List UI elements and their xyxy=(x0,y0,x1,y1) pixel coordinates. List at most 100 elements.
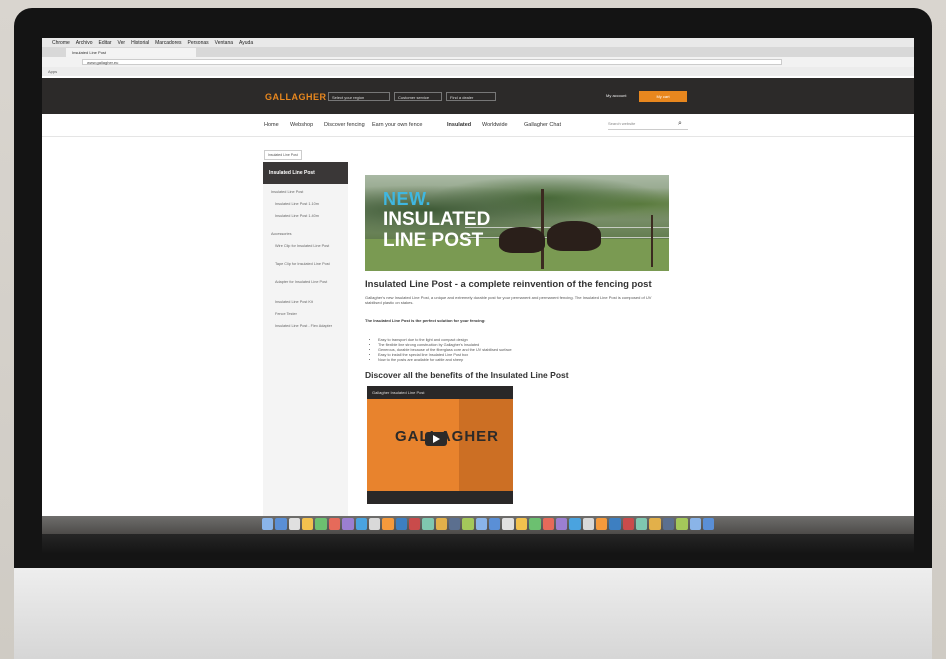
sidebar: Insulated Line Post Insulated Line Post … xyxy=(263,162,348,516)
search-icon[interactable]: ⌕ xyxy=(678,120,682,128)
sidebar-item[interactable]: Insulated Line Post xyxy=(271,190,341,195)
gallagher-logo[interactable]: GALLAGHER xyxy=(265,92,327,102)
nav-item-webshop[interactable]: Webshop xyxy=(290,122,313,128)
dock-app-icon[interactable] xyxy=(462,518,474,530)
dock-app-icon[interactable] xyxy=(475,518,488,530)
dock-app-icon[interactable] xyxy=(422,518,434,530)
account-link[interactable]: My account xyxy=(606,93,626,98)
dock-app-icon[interactable] xyxy=(515,518,528,530)
sidebar-item[interactable]: Wire Clip for Insulated Line Post xyxy=(275,244,345,249)
menu-item[interactable]: Marcadores xyxy=(155,40,181,46)
article-subheading: The Insulated Line Post is the perfect s… xyxy=(365,318,486,323)
hero-new-label: NEW. xyxy=(383,189,432,209)
sidebar-item[interactable]: Insulated Line Post - Flex Adapter xyxy=(275,324,345,329)
dock-app-icon[interactable] xyxy=(622,518,635,530)
dock-app-icon[interactable] xyxy=(609,518,621,530)
play-icon[interactable] xyxy=(425,432,447,446)
dock-app-icon[interactable] xyxy=(582,518,594,530)
nav-item-discover[interactable]: Discover fencing xyxy=(324,122,365,128)
menu-item[interactable]: Historial xyxy=(131,40,149,46)
cart-button[interactable]: My cart xyxy=(639,91,687,102)
menu-item[interactable]: Personas xyxy=(188,40,209,46)
dock-app-icon[interactable] xyxy=(382,518,394,530)
dock-app-icon[interactable] xyxy=(542,518,554,530)
dock-app-icon[interactable] xyxy=(355,518,367,530)
sidebar-item[interactable]: Insulated Line Post 1.40m xyxy=(275,214,345,219)
sidebar-item[interactable]: Insulated Line Post Kit xyxy=(275,300,345,305)
video-player[interactable]: Gallagher Insulated Line Post GALLAGHER xyxy=(367,386,513,504)
sidebar-item[interactable]: Adapter for Insulated Line Post xyxy=(275,280,345,285)
dock-app-icon[interactable] xyxy=(449,518,461,530)
benefit-list: Easy to transport due to the light and c… xyxy=(372,338,512,363)
video-logo: GALLAGHER xyxy=(395,428,499,445)
dock-app-icon[interactable] xyxy=(529,518,541,530)
video-title-bar: Gallagher Insulated Line Post xyxy=(367,386,513,399)
dock-app-icon[interactable] xyxy=(275,518,287,530)
main-nav: Home Webshop Discover fencing Earn your … xyxy=(42,114,914,137)
dock-icons xyxy=(262,518,715,531)
video-controls[interactable] xyxy=(367,491,513,504)
dock-app-icon[interactable] xyxy=(262,518,274,530)
article-intro: Gallagher's new Insulated Line Post, a u… xyxy=(365,295,652,305)
fence-post xyxy=(651,215,653,267)
dock-app-icon[interactable] xyxy=(649,518,661,530)
article-title: Insulated Line Post - a complete reinven… xyxy=(365,279,652,290)
dock-app-icon[interactable] xyxy=(288,518,301,530)
dock-app-icon[interactable] xyxy=(395,518,407,530)
site-header: GALLAGHER Select your region Customer se… xyxy=(42,78,914,114)
dock-app-icon[interactable] xyxy=(569,518,581,530)
dock-app-icon[interactable] xyxy=(636,518,648,530)
nav-item-chat[interactable]: Gallagher Chat xyxy=(524,122,561,128)
menu-item[interactable]: Editar xyxy=(98,40,111,46)
dock-app-icon[interactable] xyxy=(662,518,675,530)
nav-item-home[interactable]: Home xyxy=(264,122,279,128)
search-input[interactable]: Search website xyxy=(608,121,688,130)
dock-app-icon[interactable] xyxy=(676,518,688,530)
nav-item-worldwide[interactable]: Worldwide xyxy=(482,122,508,128)
section-title: Discover all the benefits of the Insulat… xyxy=(365,370,569,380)
dock-app-icon[interactable] xyxy=(342,518,354,530)
desk-reflection xyxy=(42,534,914,554)
dock-app-icon[interactable] xyxy=(368,518,381,530)
dock-app-icon[interactable] xyxy=(315,518,327,530)
video-shade xyxy=(459,399,513,491)
customer-service-select[interactable]: Customer service xyxy=(394,92,442,101)
browser-toolbar: www.gallagher.eu xyxy=(42,57,914,67)
sidebar-item[interactable]: Fence Tester xyxy=(275,312,345,317)
sidebar-item[interactable]: Tape Clip for Insulated Line Post xyxy=(275,262,345,267)
breadcrumb[interactable]: Insulated Line Post xyxy=(264,150,302,160)
fence-post xyxy=(541,189,544,269)
dock-app-icon[interactable] xyxy=(302,518,314,530)
menu-item[interactable]: Archivo xyxy=(76,40,93,46)
browser-tabbar: Insulated Line Post xyxy=(42,47,914,57)
mac-menubar: Chrome Archivo Editar Ver Historial Marc… xyxy=(42,38,914,47)
list-item: Now to the posts are available for cattl… xyxy=(378,358,512,363)
hero-banner[interactable]: NEW. INSULATED LINE POST xyxy=(365,175,669,271)
url-input[interactable]: www.gallagher.eu xyxy=(82,59,782,65)
dealer-select[interactable]: Find a dealer xyxy=(446,92,496,101)
cow xyxy=(547,221,601,251)
sidebar-item[interactable]: Accessories xyxy=(271,232,341,237)
dock-app-icon[interactable] xyxy=(502,518,514,530)
dock-app-icon[interactable] xyxy=(435,518,448,530)
dock-app-icon[interactable] xyxy=(595,518,608,530)
region-select[interactable]: Select your region xyxy=(328,92,390,101)
browser-tab[interactable]: Insulated Line Post xyxy=(66,48,196,57)
menu-item[interactable]: Chrome xyxy=(52,40,70,46)
dock-app-icon[interactable] xyxy=(328,518,341,530)
nav-item-earn[interactable]: Earn your own fence xyxy=(372,122,422,128)
sidebar-item[interactable]: Insulated Line Post 1.10m xyxy=(275,202,345,207)
apple-logo-icon xyxy=(462,590,498,630)
dock-app-icon[interactable] xyxy=(689,518,701,530)
dock-app-icon[interactable] xyxy=(702,518,715,530)
dock-app-icon[interactable] xyxy=(555,518,568,530)
dock-app-icon[interactable] xyxy=(408,518,421,530)
nav-item-insulated[interactable]: Insulated xyxy=(447,122,471,128)
hero-title: INSULATED LINE POST xyxy=(383,209,491,251)
menu-item[interactable]: Ventana xyxy=(215,40,233,46)
bookmarks-bar[interactable]: Apps xyxy=(42,67,914,76)
menu-item[interactable]: Ver xyxy=(118,40,126,46)
menu-item[interactable]: Ayuda xyxy=(239,40,253,46)
sidebar-title[interactable]: Insulated Line Post xyxy=(263,162,348,184)
dock-app-icon[interactable] xyxy=(489,518,501,530)
